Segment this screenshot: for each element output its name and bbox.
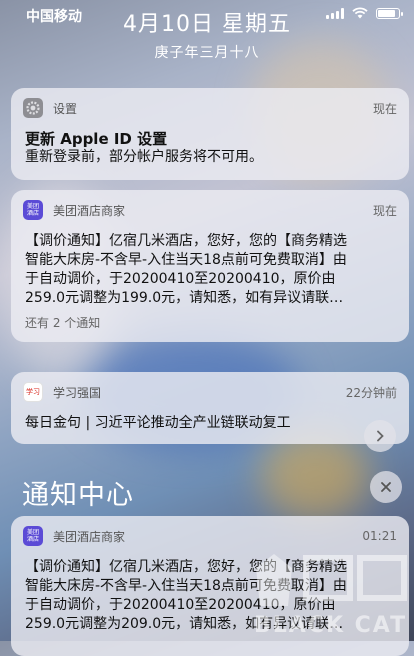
notification-meituan[interactable]: 美团酒店 美团酒店商家 现在 【调价通知】亿宿几米酒店，您好，您的【商务精选 智… [11, 190, 409, 342]
chevron-right-button[interactable] [364, 420, 396, 452]
body-line: 259.0元调整为209.0元，请知悉，如有异议请联… [25, 616, 344, 632]
app-name: 美团酒店商家 [53, 203, 126, 218]
chevron-right-icon [377, 430, 384, 442]
notification-body: 【调价通知】亿宿几米酒店，您好，您的【商务精选 智能大床房-不含早-入住当天18… [25, 232, 395, 308]
lockscreen-date: 4月10日 星期五 [123, 12, 291, 37]
notification-header: 美团酒店 美团酒店商家 01:21 [23, 526, 397, 546]
more-notifications-label[interactable]: 还有 2 个通知 [25, 314, 100, 331]
notification-time: 01:21 [362, 529, 397, 543]
body-line: 于自动调价，于20200410至20200410，原价由 [25, 271, 336, 287]
notification-center-title: 通知中心 [22, 480, 134, 511]
clear-notifications-button[interactable] [370, 471, 402, 503]
notification-title: 更新 Apple ID 设置 [25, 130, 168, 148]
notification-body: 每日金句 | 习近平论推动全产业链联动复工 [25, 415, 291, 431]
notification-time: 22分钟前 [345, 385, 397, 400]
body-line: 【调价通知】亿宿几米酒店，您好，您的【商务精选 [25, 559, 347, 575]
body-line: 于自动调价，于20200410至20200410，原价由 [25, 597, 336, 613]
notification-time: 现在 [372, 101, 397, 116]
app-name: 学习强国 [53, 385, 102, 400]
body-line: 259.0元调整为199.0元，请知悉，如有异议请联… [25, 290, 344, 306]
app-name: 设置 [53, 101, 78, 116]
notification-xuexi[interactable]: 学习 学习强国 22分钟前 每日金句 | 习近平论推动全产业链联动复工 [11, 372, 409, 444]
body-line: 智能大床房-不含早-入住当天18点前可免费取消】由 [25, 252, 347, 268]
notification-settings[interactable]: 设置 现在 更新 Apple ID 设置 重新登录前，部分帐户服务将不可用。 [11, 88, 409, 180]
notification-header: 设置 现在 [23, 98, 397, 118]
lockscreen-lunar-date: 庚子年三月十八 [154, 45, 260, 61]
notification-body: 重新登录前，部分帐户服务将不可用。 [25, 149, 263, 165]
meituan-hotel-app-icon: 美团酒店 [23, 200, 43, 220]
body-line: 智能大床房-不含早-入住当天18点前可免费取消】由 [25, 578, 347, 594]
app-name: 美团酒店商家 [53, 529, 126, 544]
notification-header: 学习 学习强国 22分钟前 [23, 382, 397, 402]
notification-time: 现在 [372, 203, 397, 218]
notification-meituan-history[interactable]: 美团酒店 美团酒店商家 01:21 【调价通知】亿宿几米酒店，您好，您的【商务精… [11, 516, 409, 656]
body-line: 【调价通知】亿宿几米酒店，您好，您的【商务精选 [25, 233, 347, 249]
meituan-hotel-app-icon: 美团酒店 [23, 526, 43, 546]
xuexi-app-icon: 学习 [23, 382, 43, 402]
notification-body: 【调价通知】亿宿几米酒店，您好，您的【商务精选 智能大床房-不含早-入住当天18… [25, 558, 395, 634]
close-icon [381, 482, 391, 492]
settings-gear-icon [23, 98, 43, 118]
notification-header: 美团酒店 美团酒店商家 现在 [23, 200, 397, 220]
